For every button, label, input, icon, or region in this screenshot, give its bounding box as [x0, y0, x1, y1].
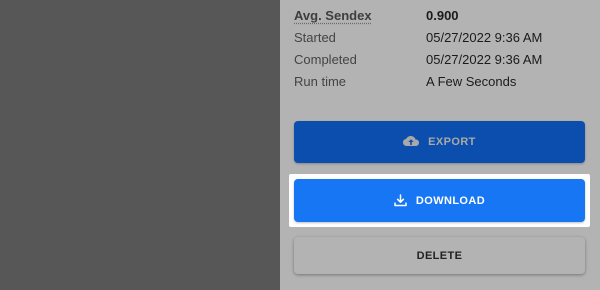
stat-label: Avg. Sendex — [294, 7, 372, 23]
stat-row-started: Started 05/27/2022 9:36 AM — [294, 26, 594, 48]
stat-value: 05/27/2022 9:36 AM — [426, 29, 543, 45]
export-button[interactable]: EXPORT — [294, 121, 585, 163]
download-button[interactable]: DOWNLOAD — [294, 179, 585, 222]
stat-value: A Few Seconds — [426, 73, 517, 89]
stat-value: 0.900 — [426, 7, 459, 23]
stat-label: Run time — [294, 73, 347, 89]
download-icon — [394, 194, 407, 207]
results-panel: Avg. Sendex 0.900 Started 05/27/2022 9:3… — [280, 0, 600, 290]
dimmed-overlay — [0, 0, 280, 290]
stats-list: Avg. Sendex 0.900 Started 05/27/2022 9:3… — [294, 4, 594, 92]
stat-row-completed: Completed 05/27/2022 9:36 AM — [294, 48, 594, 70]
download-button-label: DOWNLOAD — [415, 194, 486, 207]
stat-row-avg-sendex: Avg. Sendex 0.900 — [294, 4, 594, 26]
stat-label: Started — [294, 29, 336, 45]
cloud-upload-icon — [403, 136, 420, 148]
stat-row-run-time: Run time A Few Seconds — [294, 70, 594, 92]
export-button-label: EXPORT — [428, 136, 476, 148]
stat-value: 05/27/2022 9:36 AM — [426, 51, 543, 67]
delete-button-label: DELETE — [416, 249, 463, 262]
delete-button[interactable]: DELETE — [294, 237, 585, 274]
stat-label: Completed — [294, 51, 357, 67]
